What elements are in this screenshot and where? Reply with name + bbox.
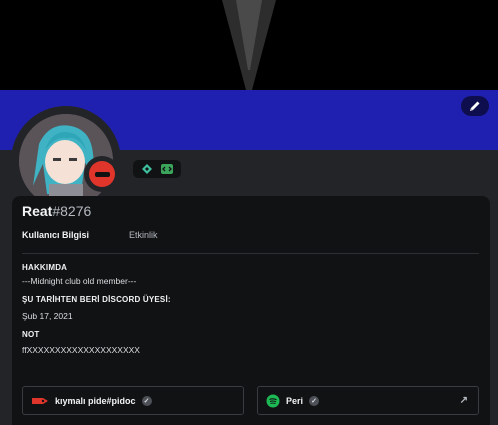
- tab-user-info[interactable]: Kullanıcı Bilgisi: [22, 230, 89, 240]
- tab-divider: [22, 253, 479, 254]
- member-since-value: Şub 17, 2021: [22, 311, 73, 321]
- edit-profile-button[interactable]: [461, 96, 489, 116]
- external-link-icon[interactable]: ↗: [460, 395, 468, 406]
- connection-item[interactable]: kıymalı pide#pidoc ✓: [22, 386, 244, 415]
- username[interactable]: Reat#8276: [22, 203, 91, 219]
- connection-item[interactable]: Peri ✓ ↗: [257, 386, 479, 415]
- profile-banner: [0, 0, 498, 90]
- tag-icon: [32, 397, 48, 404]
- username-text: Reat: [22, 203, 53, 219]
- about-me-title: HAKKIMDA: [22, 263, 68, 272]
- verified-icon: ✓: [309, 395, 320, 406]
- about-me-text: ---Midnight club old member---: [22, 276, 137, 286]
- discriminator: #8276: [52, 203, 92, 219]
- member-since-title: ŞU TARİHTEN BERİ DİSCORD ÜYESİ:: [22, 295, 171, 304]
- tab-activity[interactable]: Etkinlik: [129, 230, 158, 240]
- banner-artwork: [222, 0, 276, 90]
- connection-name: kıymalı pide#pidoc: [55, 395, 136, 406]
- note-title: NOT: [22, 330, 40, 339]
- dnd-status-icon: [89, 161, 115, 187]
- profile-tabs: Kullanıcı Bilgisi Etkinlik: [22, 230, 158, 240]
- hypesquad-badge-icon[interactable]: [141, 163, 153, 175]
- pencil-icon: [470, 101, 480, 111]
- verified-icon: ✓: [141, 395, 152, 406]
- connection-name: Peri: [286, 395, 304, 406]
- badge-list: [133, 160, 181, 178]
- developer-badge-icon[interactable]: [160, 163, 174, 175]
- spotify-icon: [266, 394, 280, 407]
- note-input[interactable]: ffXXXXXXXXXXXXXXXXXXXX: [22, 345, 140, 355]
